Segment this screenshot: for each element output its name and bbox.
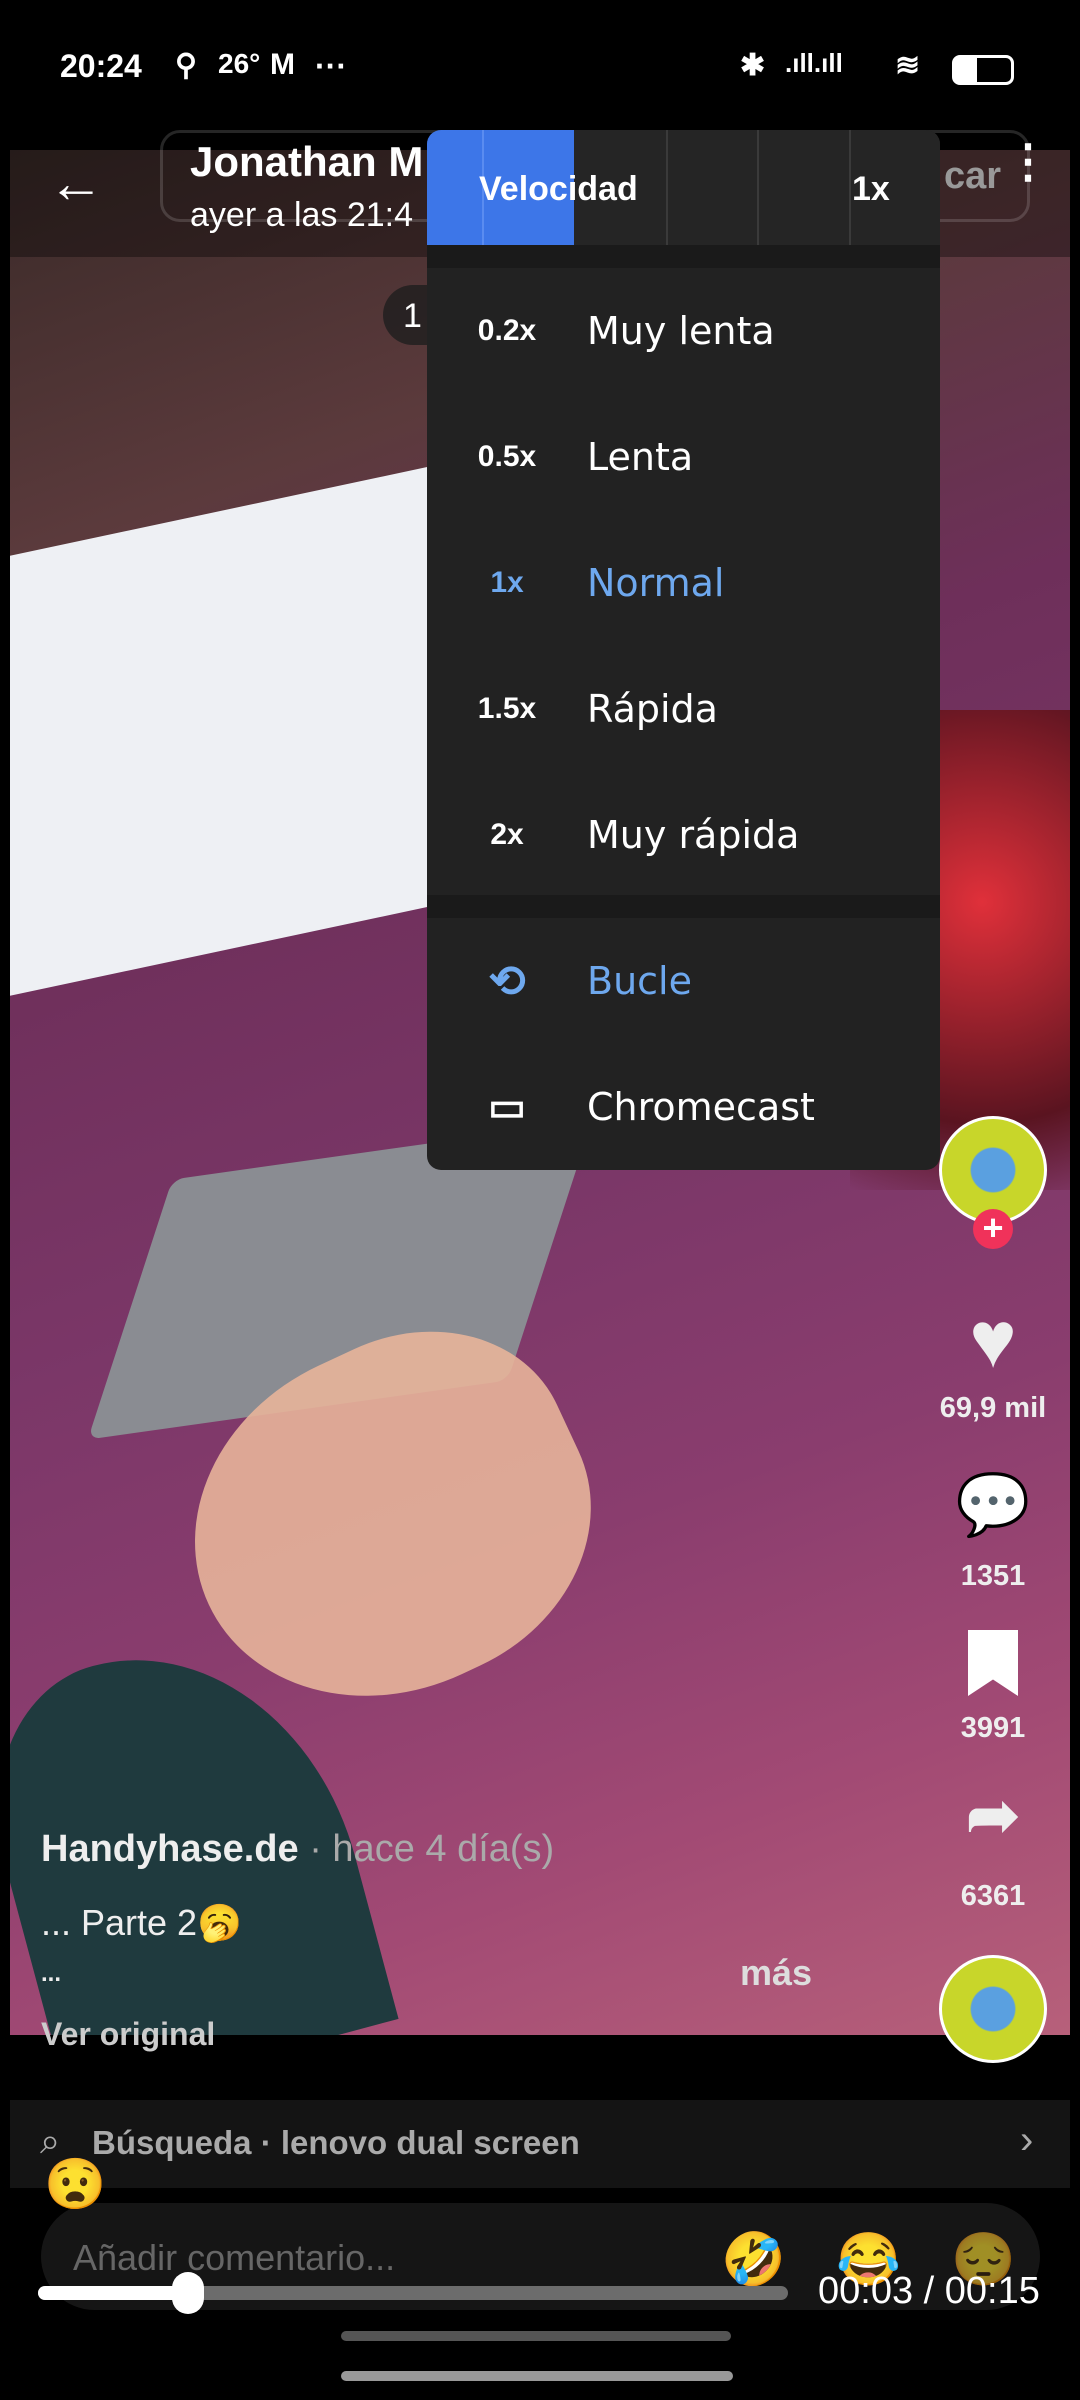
emoji-rofl[interactable]: 🤣 — [721, 2229, 786, 2290]
speed-value: 1.5x — [477, 692, 537, 725]
author-name[interactable]: Handyhase.de — [41, 1828, 299, 1870]
wifi-icon: ≋ — [895, 49, 921, 82]
post-author[interactable]: Handyhase.de · hace 4 día(s) — [41, 1828, 554, 1871]
bluetooth-icon: ✱ — [740, 49, 766, 82]
speed-label: Lenta — [587, 435, 694, 479]
search-partial: car — [944, 155, 1002, 197]
back-arrow-icon[interactable]: ← — [48, 150, 104, 215]
related-search-text: Búsqueda · lenovo dual screen — [92, 2124, 580, 2161]
chevron-right-icon: › — [1020, 2118, 1034, 2162]
comment-icon[interactable]: 💬 — [933, 1470, 1053, 1540]
last-seen: ayer a las 21:4 — [190, 196, 414, 234]
caption-emoji: 🥱 — [197, 1902, 242, 1943]
floating-reaction-emoji: 😧 — [44, 2156, 107, 2212]
speed-label: Muy lenta — [587, 309, 775, 353]
like-icon[interactable]: ♥ — [933, 1300, 1053, 1380]
post-time: · hace 4 día(s) — [298, 1828, 555, 1870]
menu-item-chromecast[interactable]: ▭ Chromecast — [427, 1044, 940, 1170]
speed-value: 0.2x — [477, 314, 537, 347]
more-link[interactable]: más — [740, 1952, 812, 1994]
sheet-handle — [341, 2331, 731, 2341]
temperature: 26° — [218, 48, 261, 79]
menu-item-loop[interactable]: ⟲ Bucle — [427, 918, 940, 1044]
caption-ellipsis: ... — [41, 1960, 62, 1987]
status-time: 20:24 — [60, 48, 142, 84]
loop-label: Bucle — [587, 959, 692, 1003]
share-count: 6361 — [960, 1880, 1026, 1912]
save-count: 3991 — [960, 1712, 1026, 1744]
speed-value: 1x — [490, 566, 524, 599]
more-options-icon[interactable]: ⋮ — [1005, 138, 1051, 184]
contact-name: Jonathan M — [190, 138, 424, 185]
menu-item-speed[interactable]: 1.5x Rápida — [427, 646, 940, 772]
video-content — [10, 464, 440, 996]
speed-label: Rápida — [587, 687, 718, 731]
follow-plus-icon[interactable]: + — [973, 1209, 1013, 1249]
post-caption: ... Parte 2🥱 — [41, 1902, 242, 1944]
cast-icon: ▭ — [488, 1085, 526, 1129]
speed-value: 0.5x — [477, 440, 537, 473]
menu-item-speed[interactable]: 0.2x Muy lenta — [427, 268, 940, 394]
speed-label: Muy rápida — [587, 813, 800, 857]
location-icon: ⚲ — [175, 49, 197, 82]
menu-item-speed[interactable]: 1x Normal — [427, 520, 940, 646]
nav-gesture-bar[interactable] — [341, 2371, 733, 2381]
loop-icon: ⟲ — [488, 956, 526, 1006]
caption-text: ... Parte 2 — [41, 1902, 198, 1943]
progress-thumb[interactable] — [172, 2272, 204, 2314]
comment-placeholder: Añadir comentario... — [73, 2237, 396, 2278]
progress-fill — [38, 2286, 188, 2300]
share-icon[interactable]: ➦ — [933, 1780, 1053, 1850]
playback-menu: Velocidad 1x 0.2x Muy lenta 0.5x Lenta 1x Nor… — [427, 130, 940, 1170]
current-speed: 1x — [852, 170, 890, 208]
menu-item-speed[interactable]: 0.5x Lenta — [427, 394, 940, 520]
comment-count: 1351 — [960, 1560, 1026, 1592]
more-notifications: ··· — [315, 48, 347, 84]
speed-label: Normal — [587, 561, 725, 605]
related-search-bar[interactable]: ⌕ Búsqueda · lenovo dual screen › — [10, 2100, 1070, 2188]
signal-icon: .ıll.ıll — [785, 48, 843, 78]
chromecast-label: Chromecast — [587, 1085, 815, 1129]
progress-track[interactable] — [38, 2272, 788, 2314]
translate-link[interactable]: Ver original — [41, 2016, 215, 2053]
like-count: 69,9 mil — [939, 1392, 1047, 1424]
battery-icon — [952, 55, 1014, 85]
sound-avatar[interactable] — [939, 1955, 1047, 2063]
playback-time: 00:03 / 00:15 — [818, 2270, 1040, 2312]
speed-title: Velocidad — [479, 170, 638, 208]
gmail-icon: M — [270, 48, 295, 81]
menu-item-speed[interactable]: 2x Muy rápida — [427, 772, 940, 898]
speed-value: 2x — [490, 818, 524, 851]
